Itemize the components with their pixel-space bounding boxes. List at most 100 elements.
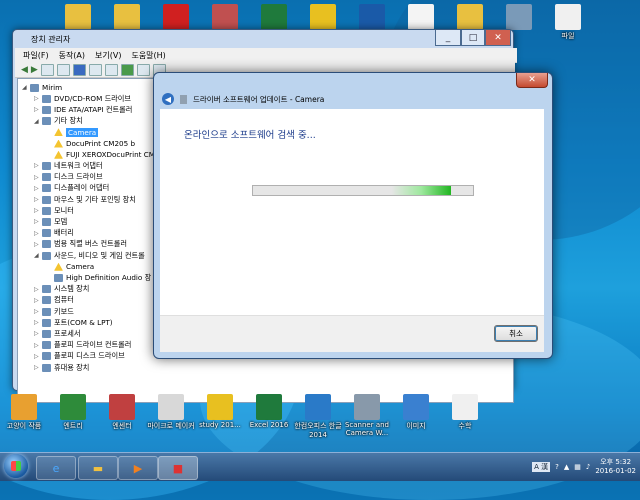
- device-icon: [42, 94, 51, 103]
- expand-arrow-icon[interactable]: ▷: [34, 207, 42, 214]
- desktop-icon[interactable]: [52, 4, 104, 31]
- desktop-icon[interactable]: 엔센터: [96, 394, 148, 431]
- tree-node[interactable]: ◢ 사운드, 비디오 및 게임 컨트롤: [34, 250, 145, 261]
- tree-node[interactable]: High Definition Audio 장: [46, 272, 151, 283]
- explorer-taskbar-button[interactable]: ▬: [78, 456, 118, 480]
- desktop-icon[interactable]: [444, 4, 496, 31]
- expand-arrow-icon[interactable]: ▷: [34, 319, 42, 326]
- minimize-button[interactable]: _: [435, 30, 461, 46]
- desktop-icon[interactable]: Excel 2016: [243, 394, 295, 429]
- tree-node[interactable]: ▷ DVD/CD-ROM 드라이브: [34, 93, 131, 104]
- expand-arrow-icon[interactable]: ▷: [34, 297, 42, 304]
- desktop-icon[interactable]: [101, 4, 153, 31]
- menu-action[interactable]: 동작(A): [59, 50, 85, 61]
- desktop-icon[interactable]: [346, 4, 398, 31]
- tree-node[interactable]: ▷ 시스템 장치: [34, 284, 89, 295]
- desktop-icon[interactable]: study 201...: [194, 394, 246, 429]
- expand-arrow-icon[interactable]: ▷: [34, 364, 42, 371]
- tree-node[interactable]: ▷ 모니터: [34, 205, 74, 216]
- desktop-icon[interactable]: [248, 4, 300, 31]
- desktop-icon[interactable]: 마이크로 메이커: [145, 394, 197, 431]
- tree-node[interactable]: ▷ 범용 직렬 버스 컨트롤러: [34, 239, 127, 250]
- desktop-icon[interactable]: [199, 4, 251, 31]
- desktop-icon[interactable]: 수학: [439, 394, 491, 431]
- expand-arrow-icon[interactable]: ▷: [34, 330, 42, 337]
- cancel-button[interactable]: 취소: [494, 325, 538, 342]
- expand-arrow-icon[interactable]: ▷: [34, 353, 42, 360]
- tree-node[interactable]: ◢ Mirim: [22, 82, 62, 93]
- tree-node[interactable]: Camera: [46, 127, 99, 138]
- help-tray-icon[interactable]: ?: [555, 463, 559, 471]
- device-manager-taskbar-button[interactable]: ■: [158, 456, 198, 480]
- tree-node[interactable]: ▷ 포트(COM & LPT): [34, 317, 113, 328]
- desktop-icon[interactable]: 한컴오피스 한글 2014: [292, 394, 344, 439]
- scan-icon[interactable]: [104, 63, 118, 76]
- tray-expand-icon[interactable]: ▲: [564, 463, 569, 471]
- maximize-button[interactable]: □: [461, 30, 485, 46]
- desktop-icon[interactable]: 고양이 작품: [0, 394, 50, 431]
- expand-arrow-icon[interactable]: ▷: [34, 185, 42, 192]
- tree-node[interactable]: ▷ 플로피 디스크 드라이브: [34, 351, 125, 362]
- expand-arrow-icon[interactable]: ▷: [34, 342, 42, 349]
- tree-node[interactable]: ▷ 네트워크 어댑터: [34, 160, 103, 171]
- tree-node[interactable]: ▷ 디스크 드라이브: [34, 172, 103, 183]
- dialog-close-button[interactable]: ✕: [516, 73, 548, 88]
- expand-arrow-icon[interactable]: ▷: [34, 106, 42, 113]
- display-icon[interactable]: [88, 63, 102, 76]
- back-icon[interactable]: ◀: [21, 65, 28, 75]
- desktop-icon[interactable]: Scanner and Camera W...: [341, 394, 393, 437]
- menu-view[interactable]: 보기(V): [95, 50, 121, 61]
- expand-arrow-icon[interactable]: ▷: [34, 196, 42, 203]
- tree-node[interactable]: ▷ 마우스 및 기타 포인팅 장치: [34, 194, 136, 205]
- expand-arrow-icon[interactable]: ▷: [34, 308, 42, 315]
- tree-view-icon[interactable]: [40, 63, 54, 76]
- expand-arrow-icon[interactable]: ▷: [34, 174, 42, 181]
- desktop-icon[interactable]: [297, 4, 349, 31]
- help-icon[interactable]: [72, 63, 86, 76]
- language-indicator[interactable]: A 漢: [532, 462, 551, 472]
- collapse-arrow-icon[interactable]: ◢: [34, 118, 42, 125]
- tree-node[interactable]: ▷ 모뎀: [34, 216, 67, 227]
- expand-arrow-icon[interactable]: ▷: [34, 95, 42, 102]
- desktop-icon[interactable]: 엔트리: [47, 394, 99, 431]
- desktop-icon[interactable]: [150, 4, 202, 31]
- tree-node[interactable]: Camera: [46, 261, 94, 272]
- clock-date: 2016-01-02: [595, 467, 636, 475]
- desktop-icon[interactable]: [493, 4, 545, 31]
- volume-icon[interactable]: ♪: [586, 463, 590, 471]
- expand-arrow-icon[interactable]: ▷: [34, 286, 42, 293]
- menu-help[interactable]: 도움말(H): [131, 50, 165, 61]
- clock[interactable]: 오후 5:32 2016-01-02: [595, 458, 636, 476]
- expand-arrow-icon[interactable]: ▷: [34, 241, 42, 248]
- properties-icon[interactable]: [56, 63, 70, 76]
- desktop-icon[interactable]: 파일: [542, 4, 594, 41]
- tree-node[interactable]: ▷ 배터리: [34, 228, 74, 239]
- back-arrow-icon[interactable]: ◀: [162, 93, 174, 105]
- tree-node[interactable]: ▷ 플로피 드라이브 컨트롤러: [34, 340, 131, 351]
- expand-arrow-icon[interactable]: ▷: [34, 218, 42, 225]
- expand-arrow-icon[interactable]: ▷: [34, 162, 42, 169]
- media-player-taskbar-button[interactable]: ▶: [118, 456, 158, 480]
- tree-node[interactable]: ▷ 키보드: [34, 306, 74, 317]
- tree-node[interactable]: FUJI XEROXDocuPrint CM: [46, 149, 155, 160]
- close-button[interactable]: ✕: [485, 30, 511, 46]
- tree-node[interactable]: ▷ 컴퓨터: [34, 295, 74, 306]
- tree-node[interactable]: ▷ 디스플레이 어댑터: [34, 183, 109, 194]
- tree-node[interactable]: ▷ 프로세서: [34, 328, 80, 339]
- disable-icon[interactable]: [136, 63, 150, 76]
- forward-icon[interactable]: ▶: [31, 65, 38, 75]
- menu-file[interactable]: 파일(F): [23, 50, 49, 61]
- update-driver-icon[interactable]: [120, 63, 134, 76]
- collapse-arrow-icon[interactable]: ◢: [34, 252, 42, 259]
- ie-taskbar-button[interactable]: e: [36, 456, 76, 480]
- start-button[interactable]: [4, 454, 28, 478]
- expand-arrow-icon[interactable]: ◢: [22, 84, 30, 91]
- tree-node[interactable]: ▷ IDE ATA/ATAPI 컨트롤러: [34, 104, 132, 115]
- expand-arrow-icon[interactable]: ▷: [34, 230, 42, 237]
- network-icon[interactable]: ▦: [574, 463, 581, 471]
- tree-node[interactable]: ▷ 휴대용 장치: [34, 362, 89, 373]
- tree-node[interactable]: DocuPrint CM205 b: [46, 138, 135, 149]
- desktop-icon[interactable]: [395, 4, 447, 31]
- desktop-icon[interactable]: 이미지: [390, 394, 442, 431]
- tree-node[interactable]: ◢ 기타 장치: [34, 116, 83, 127]
